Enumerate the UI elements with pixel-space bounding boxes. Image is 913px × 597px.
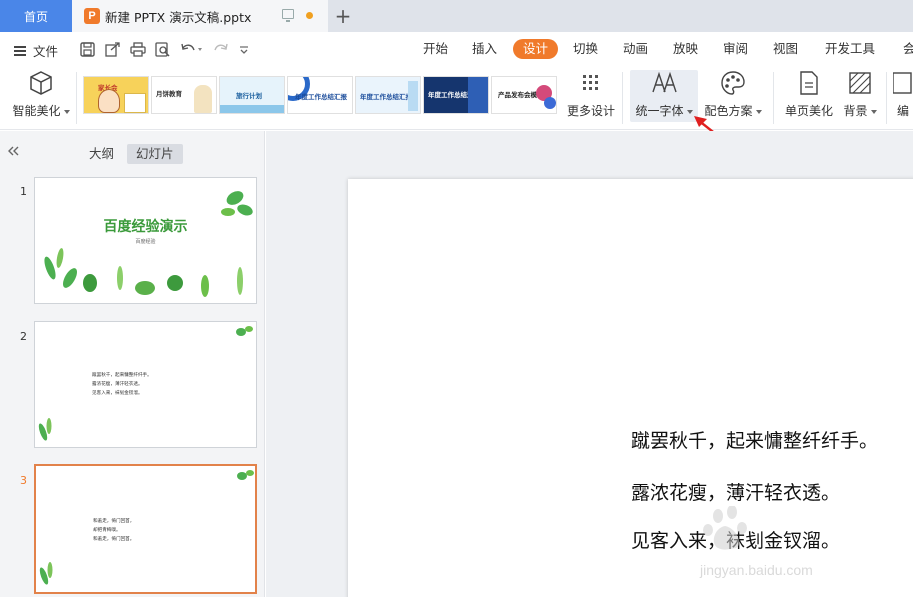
ribbon-divider <box>76 72 77 124</box>
tab-review[interactable]: 审阅 <box>717 39 754 59</box>
save-icon <box>80 41 95 57</box>
page-icon <box>800 71 818 95</box>
export-button[interactable] <box>105 40 121 58</box>
template-thumb-7[interactable]: 产品发布会模板 <box>491 76 557 114</box>
ribbon-divider <box>886 72 887 124</box>
smart-beautify-label: 智能美化 <box>12 104 61 118</box>
monitor-icon[interactable] <box>282 9 294 22</box>
file-menu-label: 文件 <box>33 44 59 59</box>
title-bar: 首页 P 新建 PPTX 演示文稿.pptx + <box>0 0 913 32</box>
export-icon <box>105 41 120 57</box>
document-title: 新建 PPTX 演示文稿.pptx <box>105 9 252 25</box>
ribbon-divider <box>773 72 774 124</box>
tab-insert[interactable]: 插入 <box>466 39 503 59</box>
tab-developer[interactable]: 开发工具 <box>819 39 881 59</box>
cube-icon <box>30 71 52 95</box>
tab-animation[interactable]: 动画 <box>617 39 654 59</box>
customize-toolbar-button[interactable] <box>238 40 250 58</box>
baidu-paw-icon <box>703 505 747 550</box>
leaf-decoration-icon <box>38 326 253 441</box>
menu-bar: 文件 开始 插入 设计 切换 动画 放映 审阅 视图 开发工具 会 <box>0 32 913 66</box>
print-preview-icon <box>155 41 170 57</box>
tab-slides[interactable]: 幻灯片 <box>127 144 183 164</box>
background-icon <box>849 72 871 94</box>
double-chevron-left-icon <box>8 146 19 156</box>
template-thumb-2[interactable]: 月饼教育 <box>151 76 217 114</box>
grid-icon <box>583 75 598 90</box>
unsaved-dot-icon <box>306 12 313 19</box>
tab-transition[interactable]: 切换 <box>567 39 604 59</box>
slide-thumbnail-2[interactable]: 蹴罢秋千，起来慵整纤纤手。 露浓花瘦，薄汗轻衣透。 见客入来，袜刬金钗溜。 <box>34 321 257 448</box>
slide-text-line-2[interactable]: 露浓花瘦，薄汗轻衣透。 <box>631 478 840 505</box>
single-page-beautify-label: 单页美化 <box>784 104 833 118</box>
template-thumb-4-label: 年度工作总结汇报 <box>295 93 347 101</box>
caret-down-icon <box>63 109 70 114</box>
single-page-beautify-button[interactable]: 单页美化 <box>780 70 838 119</box>
tab-home-label: 首页 <box>23 9 48 24</box>
template-thumb-5[interactable]: 年度工作总结汇报 <box>355 76 421 114</box>
chevron-down-icon <box>240 45 248 54</box>
tab-slideshow[interactable]: 放映 <box>667 39 704 59</box>
template-thumb-2-label: 月饼教育 <box>156 90 182 98</box>
caret-down-icon <box>755 109 762 114</box>
presentation-file-icon: P <box>84 8 100 24</box>
watermark-text: jingyan.baidu.com <box>700 562 813 578</box>
collapse-panel-button[interactable] <box>7 145 19 161</box>
leaf-decoration-icon <box>39 470 254 585</box>
tab-member[interactable]: 会 <box>897 39 913 59</box>
smart-beautify-button[interactable]: 智能美化 <box>10 70 72 119</box>
edit-label: 编 <box>896 104 909 118</box>
design-ribbon: 智能美化 家长会 月饼教育 旅行计划 年度工作总结汇报 年度工作总结汇报 年度工… <box>0 66 913 140</box>
tab-outline[interactable]: 大纲 <box>80 144 123 164</box>
tab-document[interactable]: P 新建 PPTX 演示文稿.pptx <box>72 0 328 32</box>
font-icon <box>652 71 677 93</box>
template-thumb-6[interactable]: 年度工作总结汇报 <box>423 76 489 114</box>
template-thumb-4[interactable]: 年度工作总结汇报 <box>287 76 353 114</box>
tab-view[interactable]: 视图 <box>767 39 804 59</box>
slide-number: 2 <box>20 330 27 343</box>
more-design-label: 更多设计 <box>566 104 615 118</box>
slide-text-line-1[interactable]: 蹴罢秋千，起来慵整纤纤手。 <box>631 426 878 453</box>
edit-button[interactable]: 编 <box>893 70 913 119</box>
print-button[interactable] <box>130 40 146 58</box>
template-thumb-5-label: 年度工作总结汇报 <box>360 93 412 101</box>
template-thumb-1[interactable]: 家长会 <box>83 76 149 114</box>
background-button[interactable]: 背景 <box>840 70 880 119</box>
undo-button[interactable] <box>180 40 202 58</box>
tab-home[interactable]: 首页 <box>0 0 72 32</box>
ribbon-divider <box>622 72 623 124</box>
slide-thumbnail-3[interactable]: 和羞走，倚门回首， 却把青梅嗅。 和羞走，倚门回首。 <box>34 464 257 594</box>
hamburger-icon <box>14 45 26 56</box>
new-tab-button[interactable]: + <box>332 4 354 28</box>
caret-down-icon <box>870 109 877 114</box>
leaf-decoration-icon <box>44 191 253 297</box>
redo-icon <box>214 43 228 50</box>
slide-panel: 大纲 幻灯片 1 百度经验演示 百度经验 2 蹴罢秋千，起来慵整纤纤手。 露浓花… <box>0 131 265 597</box>
file-menu[interactable]: 文件 <box>14 41 58 60</box>
tab-design[interactable]: 设计 <box>513 39 559 59</box>
redo-button[interactable] <box>213 40 229 58</box>
print-icon <box>130 41 146 57</box>
save-button[interactable] <box>80 40 95 58</box>
slide-number: 1 <box>20 185 27 198</box>
print-preview-button[interactable] <box>155 40 171 58</box>
tab-start[interactable]: 开始 <box>417 39 454 59</box>
template-thumb-3-label: 旅行计划 <box>236 92 262 100</box>
slide-thumbnail-1[interactable]: 百度经验演示 百度经验 <box>34 177 257 304</box>
undo-icon <box>181 43 202 51</box>
template-thumb-3[interactable]: 旅行计划 <box>219 76 285 114</box>
more-design-button[interactable]: 更多设计 <box>566 70 616 119</box>
palette-icon <box>721 71 745 95</box>
unify-font-label: 统一字体 <box>635 104 684 118</box>
edit-icon <box>893 72 912 94</box>
watermark: jingyan.baidu.com <box>700 505 880 586</box>
background-label: 背景 <box>843 104 868 118</box>
slide-number: 3 <box>20 474 27 487</box>
